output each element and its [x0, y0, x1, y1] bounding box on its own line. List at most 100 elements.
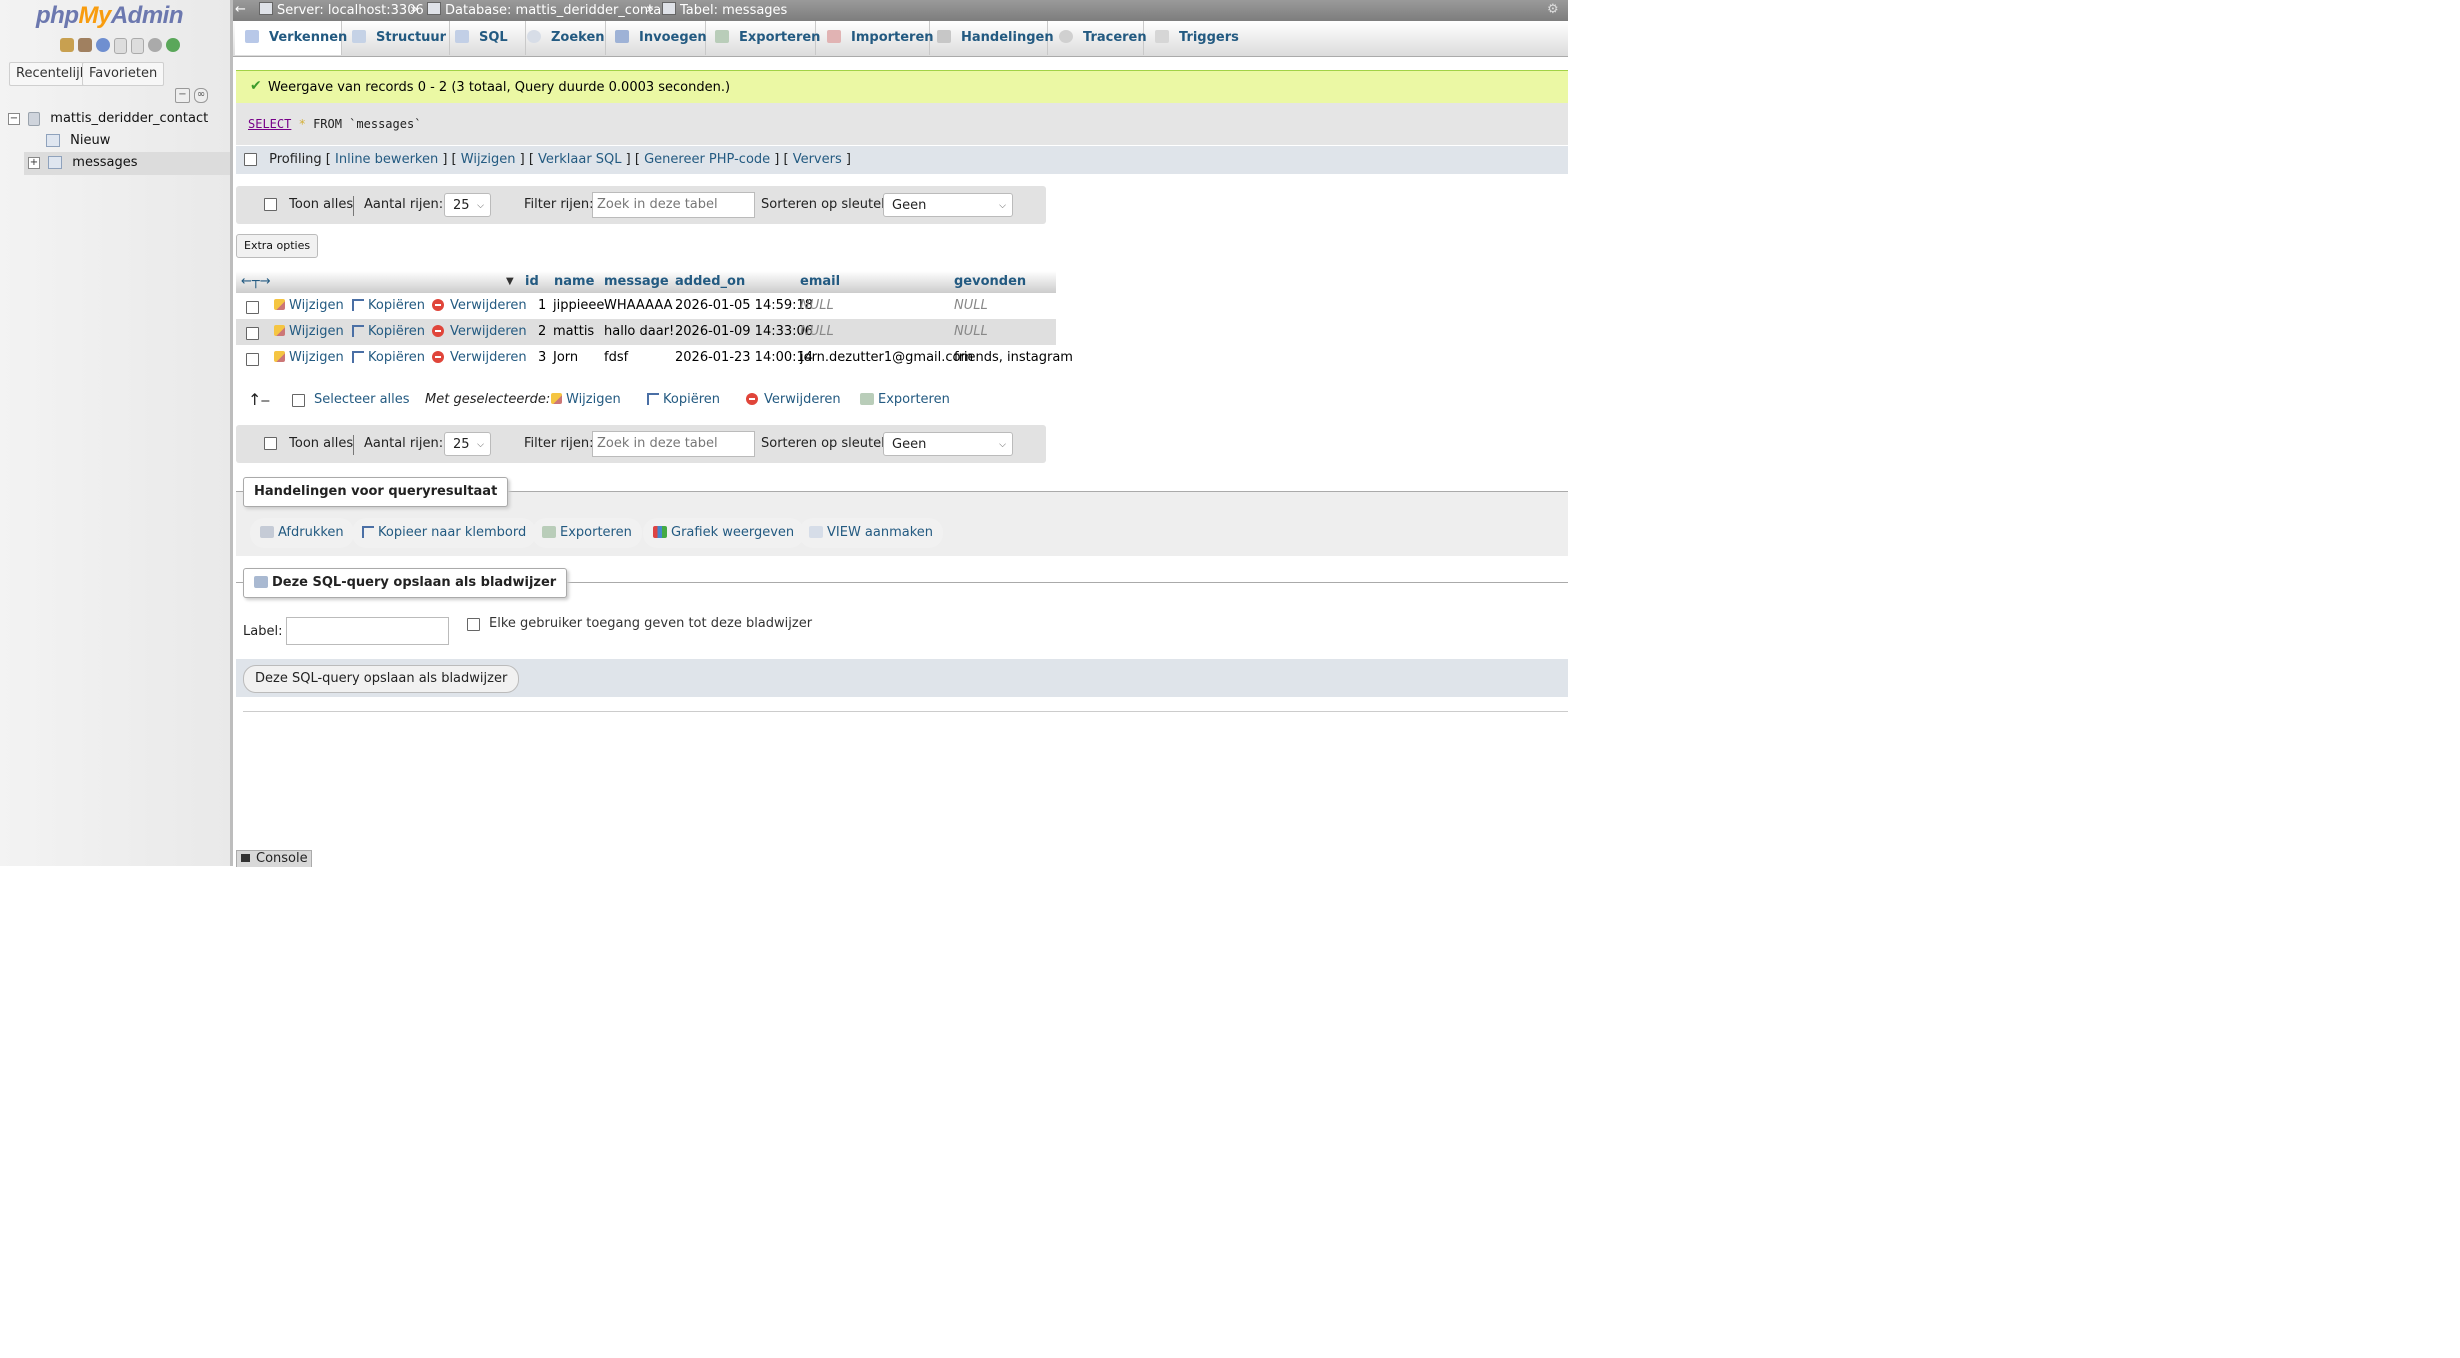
breadcrumb-server[interactable]: Server: localhost:3306	[259, 2, 424, 18]
tree-table-messages[interactable]: + messages	[24, 152, 230, 175]
create-view-button[interactable]: VIEW aanmaken	[799, 518, 944, 548]
bookmark-submit-button[interactable]: Deze SQL-query opslaan als bladwijzer	[243, 665, 520, 693]
edit-row-link[interactable]: Wijzigen	[274, 324, 344, 339]
tab-operations[interactable]: Handelingen	[927, 21, 1054, 55]
cell-name[interactable]: Jorn	[553, 350, 578, 365]
cell-gevonden[interactable]: friends, instagram	[954, 350, 1073, 365]
tree-new-table[interactable]: Nieuw	[46, 133, 110, 148]
collapse-all-icon[interactable]: −	[175, 88, 190, 103]
column-header-added-on[interactable]: added_on	[675, 274, 745, 289]
favorite-tables-button[interactable]: Favorieten	[82, 62, 165, 86]
docs-icon[interactable]	[114, 38, 127, 54]
sql-query-box[interactable]: SELECT * FROM `messages`	[236, 103, 1568, 145]
reload-icon[interactable]	[166, 38, 180, 52]
cell-added-on[interactable]: 2026-01-05 14:59:18	[675, 298, 813, 313]
tab-browse[interactable]: Verkennen	[235, 21, 347, 55]
profiling-checkbox[interactable]	[244, 153, 257, 166]
cell-id[interactable]: 3	[538, 350, 546, 365]
select-all-checkbox[interactable]	[292, 393, 305, 408]
breadcrumb-database-label[interactable]: Database: mattis_deridder_contact	[445, 3, 673, 18]
copy-clipboard-button[interactable]: Kopieer naar klembord	[352, 518, 537, 548]
filter-input[interactable]: Zoek in deze tabel	[592, 431, 755, 457]
rows-select[interactable]: 25 ⌵	[444, 432, 491, 456]
panel-resizer[interactable]	[230, 0, 233, 866]
cell-added-on[interactable]: 2026-01-23 14:00:14	[675, 350, 813, 365]
column-header-gevonden[interactable]: gevonden	[954, 274, 1026, 289]
copy-row-link[interactable]: Kopiëren	[352, 324, 425, 339]
console-toggle[interactable]: Console	[236, 850, 312, 867]
tab-tracking[interactable]: Traceren	[1049, 21, 1147, 55]
bulk-export-button[interactable]: Exporteren	[860, 392, 950, 407]
copy-row-link[interactable]: Kopiëren	[352, 298, 425, 313]
column-header-name[interactable]: name	[554, 274, 594, 289]
refresh-link[interactable]: Ververs	[793, 152, 842, 167]
tab-sql[interactable]: SQL	[445, 21, 526, 55]
show-all-checkbox[interactable]	[264, 198, 277, 211]
export-results-button[interactable]: Exporteren	[532, 518, 642, 548]
home-icon[interactable]	[60, 38, 74, 52]
explain-sql-link[interactable]: Verklaar SQL	[538, 152, 622, 167]
delete-row-link[interactable]: Verwijderen	[432, 324, 527, 339]
phpmyadmin-logo[interactable]: phpMyAdmin	[36, 2, 184, 30]
column-header-email[interactable]: email	[800, 274, 840, 289]
row-checkbox[interactable]	[246, 300, 259, 315]
breadcrumb-server-label[interactable]: Server: localhost:3306	[277, 3, 424, 18]
show-all[interactable]: Toon alles	[264, 436, 353, 451]
display-chart-button[interactable]: Grafiek weergeven	[643, 518, 805, 548]
tree-table-label[interactable]: messages	[72, 155, 137, 170]
sort-select[interactable]: Geen ⌵	[883, 432, 1013, 456]
show-all[interactable]: Toon alles	[264, 197, 353, 212]
delete-row-link[interactable]: Verwijderen	[432, 350, 527, 365]
tree-new-label[interactable]: Nieuw	[70, 133, 110, 148]
sort-toggle-icon[interactable]: ▼	[506, 276, 514, 287]
tab-triggers[interactable]: Triggers	[1145, 21, 1241, 55]
edit-row-link[interactable]: Wijzigen	[274, 350, 344, 365]
bulk-delete-button[interactable]: Verwijderen	[746, 392, 841, 407]
row-checkbox[interactable]	[246, 352, 259, 367]
column-arrows-icon[interactable]: ←┬→	[241, 274, 271, 289]
show-all-checkbox[interactable]	[264, 437, 277, 450]
tab-import[interactable]: Importeren	[817, 21, 934, 55]
tree-database[interactable]: − mattis_deridder_contact	[8, 111, 208, 126]
print-button[interactable]: Afdrukken	[250, 518, 354, 548]
collapse-db-icon[interactable]: −	[8, 112, 20, 125]
breadcrumb-table-label[interactable]: Tabel: messages	[680, 3, 787, 18]
bulk-copy-button[interactable]: Kopiëren	[647, 392, 720, 407]
bookmark-label-input[interactable]	[286, 617, 449, 645]
tree-database-label[interactable]: mattis_deridder_contact	[50, 111, 208, 126]
cell-id[interactable]: 1	[538, 298, 546, 313]
select-all-label[interactable]: Selecteer alles	[314, 392, 410, 407]
cell-email[interactable]: NULL	[800, 298, 834, 313]
sql-keyword-select[interactable]: SELECT	[248, 117, 291, 131]
inline-edit-link[interactable]: Inline bewerken	[335, 152, 438, 167]
filter-input[interactable]: Zoek in deze tabel	[592, 192, 755, 218]
cell-message[interactable]: fdsf	[604, 350, 628, 365]
cell-gevonden[interactable]: NULL	[954, 298, 988, 313]
docs-alt-icon[interactable]	[131, 38, 144, 54]
bulk-edit-button[interactable]: Wijzigen	[551, 392, 621, 407]
cell-name[interactable]: mattis	[553, 324, 594, 339]
extra-options-button[interactable]: Extra opties	[236, 234, 319, 258]
create-php-link[interactable]: Genereer PHP-code	[644, 152, 770, 167]
link-with-main-icon[interactable]: ∞	[194, 88, 208, 103]
help-icon[interactable]	[96, 38, 110, 52]
delete-row-link[interactable]: Verwijderen	[432, 298, 527, 313]
cell-email[interactable]: jorn.dezutter1@gmail.com	[800, 350, 973, 365]
sort-select[interactable]: Geen ⌵	[883, 193, 1013, 217]
breadcrumb-table[interactable]: Tabel: messages	[662, 2, 787, 18]
breadcrumb-back-icon[interactable]: ←	[235, 2, 246, 17]
edit-row-link[interactable]: Wijzigen	[274, 298, 344, 313]
cell-message[interactable]: hallo daar!	[604, 324, 674, 339]
settings-gear-icon[interactable]: ⚙	[1547, 2, 1559, 17]
row-checkbox[interactable]	[246, 326, 259, 341]
tab-search[interactable]: Zoeken	[517, 21, 606, 55]
cell-id[interactable]: 2	[538, 324, 546, 339]
expand-table-icon[interactable]: +	[28, 156, 40, 169]
cell-email[interactable]: NULL	[800, 324, 834, 339]
cell-gevonden[interactable]: NULL	[954, 324, 988, 339]
cell-name[interactable]: jippieee	[553, 298, 604, 313]
breadcrumb-database[interactable]: Database: mattis_deridder_contact	[427, 2, 673, 18]
logout-icon[interactable]	[78, 38, 92, 52]
rows-select[interactable]: 25 ⌵	[444, 193, 491, 217]
tab-structure[interactable]: Structuur	[342, 21, 450, 55]
